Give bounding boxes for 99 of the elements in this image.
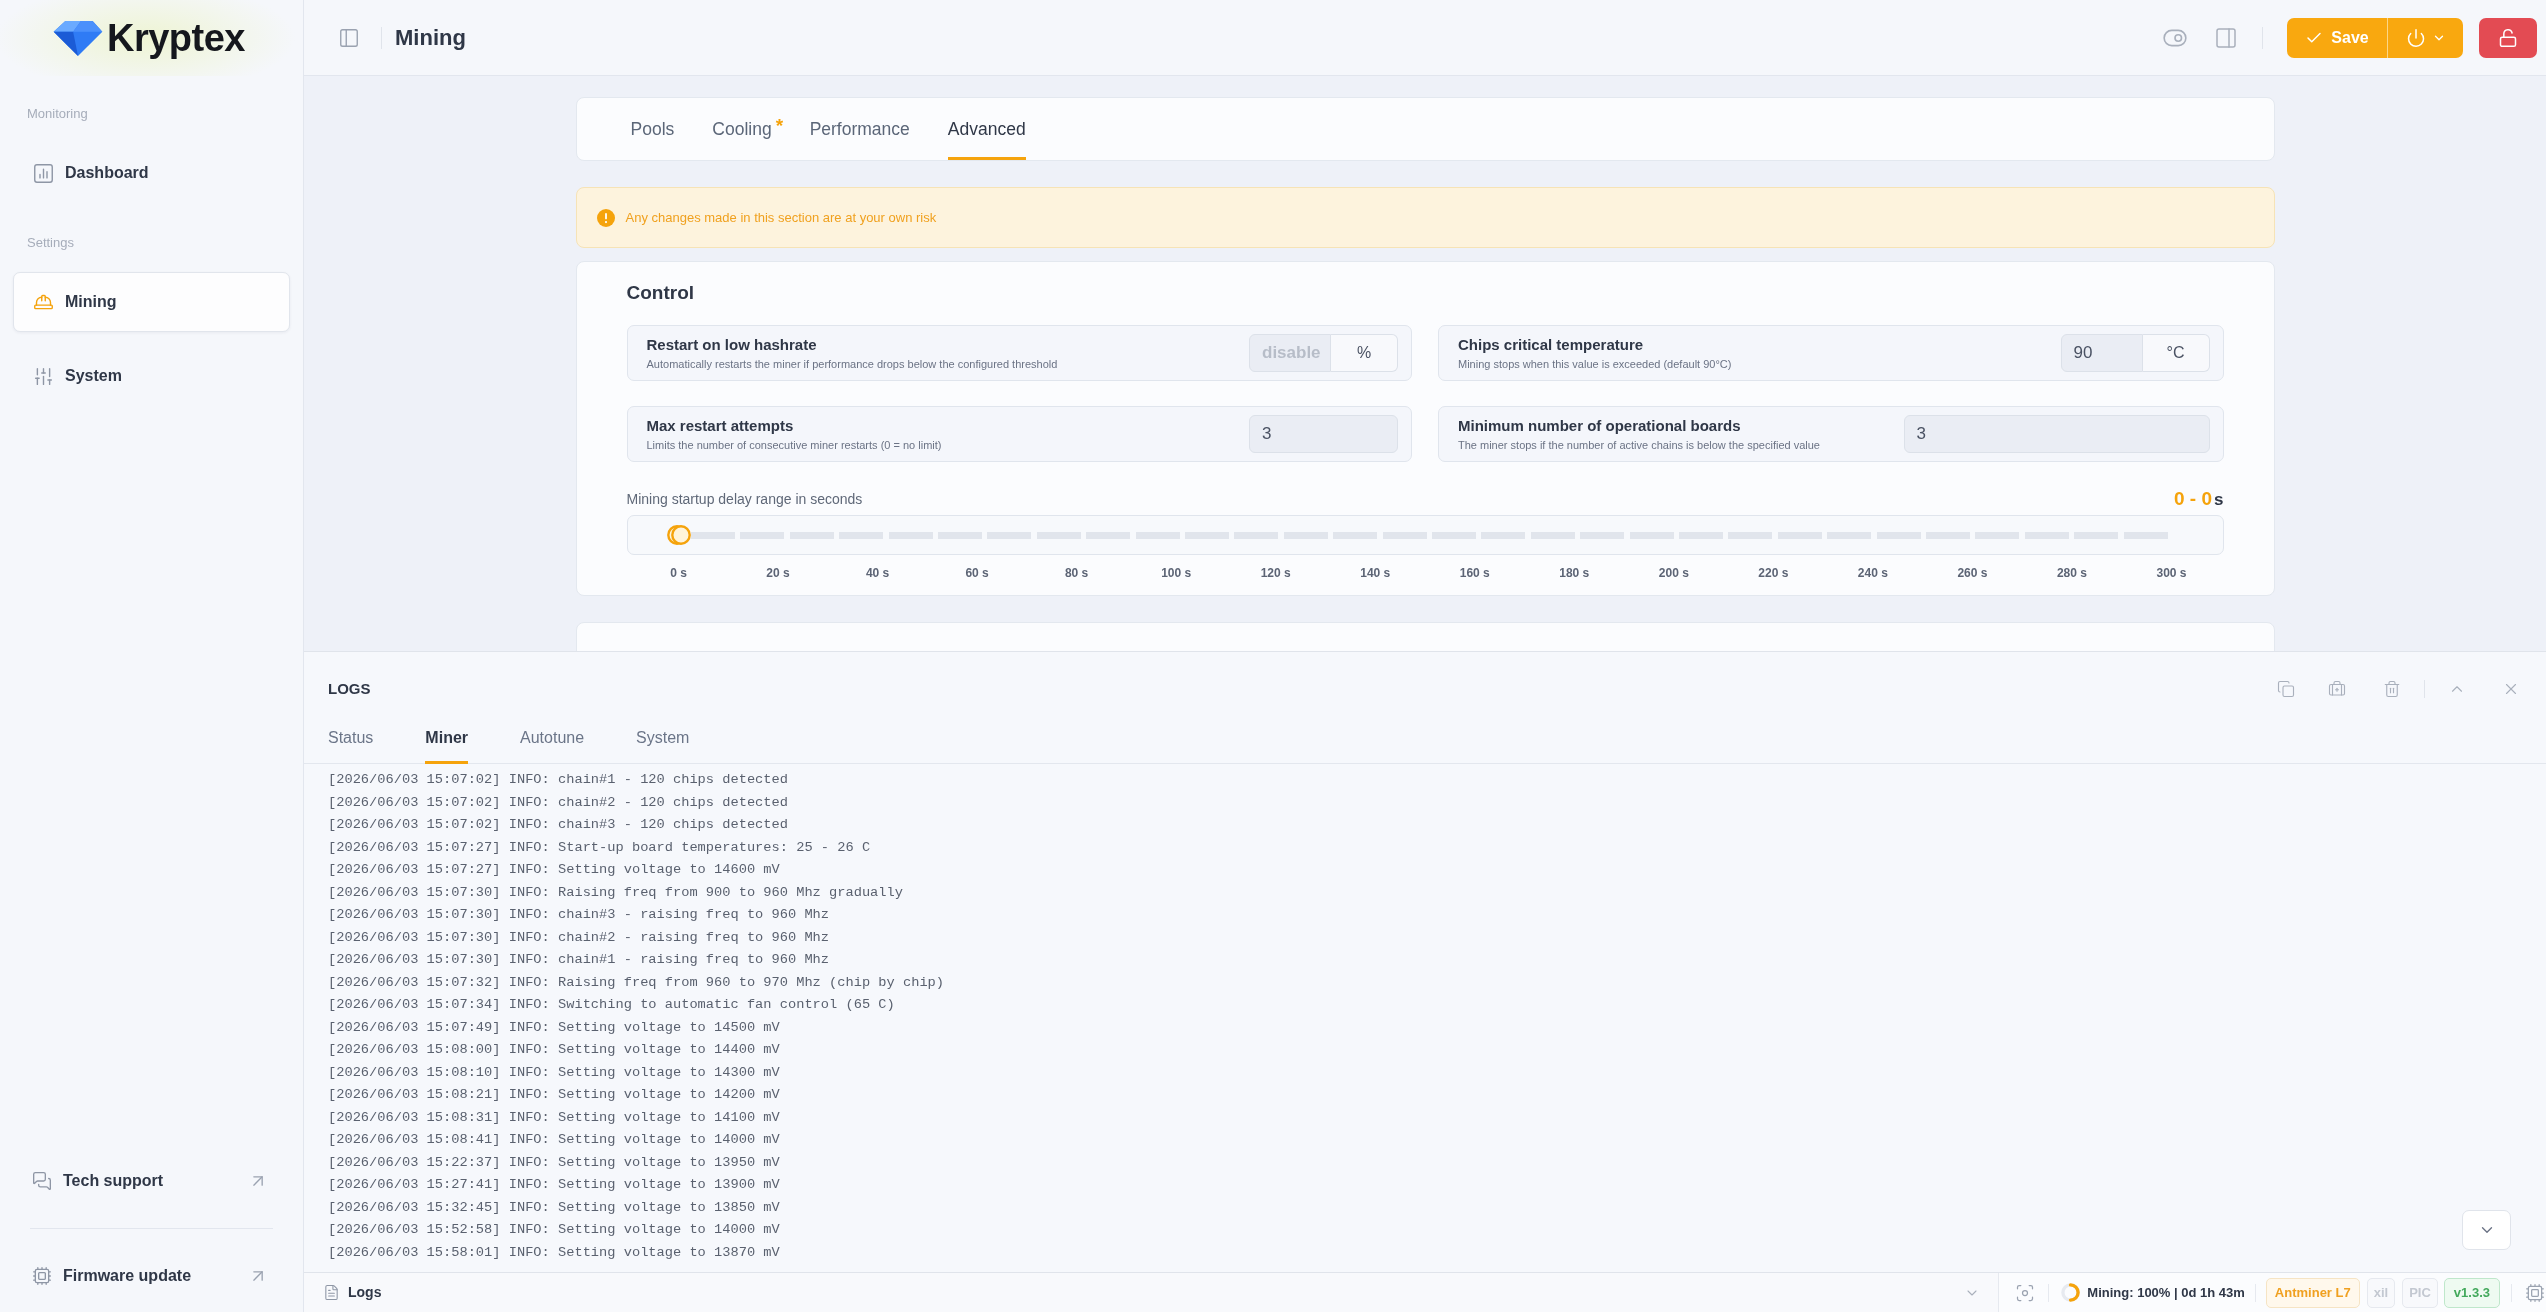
log-line: [2026/06/03 15:07:34] INFO: Switching to automatic fan control (65 C) [328,996,895,1014]
power-menu-button[interactable] [2387,17,2463,58]
log-line: [2026/06/03 15:07:27] INFO: Setting voltage to 14600 mV [328,861,780,879]
tick-label: 80 s [1063,565,1090,582]
number-field[interactable]: 3 [1903,415,2210,453]
version-badge: v1.3.3 [2443,1277,2500,1308]
tick-label: 20 s [765,565,791,582]
logo-text: Kryptex [107,19,245,57]
tick-label: 260 s [1956,565,1989,582]
panel-left-icon[interactable] [338,26,360,49]
range-value: 0 - 0 [2174,486,2213,511]
section-heading: Monitoring [26,106,89,122]
warning-text: Any changes made in this section are at your own risk [625,208,937,227]
tick-label: 280 s [2055,565,2088,582]
setting-description: The miner stops if the number of active chains is below the specified value [1458,437,1821,452]
mining-status: Mining: 100% | 0d 1h 43m [2087,1283,2245,1302]
sidebar-item[interactable]: Mining [13,272,290,332]
file-icon [323,1284,340,1301]
trash-icon[interactable] [2383,680,2401,698]
setting-title: Max restart attempts [646,416,795,435]
tick-label: 0 s [669,565,688,582]
tick-label: 160 s [1458,565,1491,582]
setting-title: Chips critical temperature [1458,335,1645,354]
tick-label: 200 s [1657,565,1690,582]
gem-logo-icon [52,19,104,57]
chip-icon [32,1266,52,1286]
tick-label: 60 s [964,565,990,582]
tick-label: 40 s [864,565,891,582]
tab[interactable]: Pools [630,98,675,160]
log-line: [2026/06/03 15:07:02] INFO: chain#1 - 120 chips detected [328,771,788,789]
log-line: [2026/06/03 15:07:49] INFO: Setting voltage to 14500 mV [328,1018,780,1037]
page-title: Mining [395,24,466,52]
tab[interactable]: Advanced [947,98,1026,160]
chip-icon[interactable] [2525,1282,2545,1303]
log-line: [2026/06/03 15:07:02] INFO: chain#2 - 120 chips detected [328,793,788,812]
log-line: [2026/06/03 15:22:37] INFO: Setting voltage to 13950 mV [328,1153,780,1172]
lock-button[interactable] [2479,17,2537,58]
tick-label: 220 s [1757,565,1790,582]
log-line: [2026/06/03 15:08:10] INFO: Setting voltage to 14300 mV [328,1063,780,1082]
sidebar-item[interactable]: System [13,346,290,406]
tick-label: 300 s [2155,565,2188,582]
chat-icon [32,1171,52,1191]
tab[interactable]: Autotune [520,720,585,764]
setting-title: Restart on low hashrate [646,335,818,354]
tick-label: 100 s [1160,565,1193,582]
log-line: [2026/06/03 15:08:00] INFO: Setting voltage to 14400 mV [328,1041,780,1059]
log-line: [2026/06/03 15:07:30] INFO: Raising freq from 900 to 960 Mhz gradually [328,883,903,902]
log-line: [2026/06/03 15:07:30] INFO: chain#2 - raising freq to 960 Mhz [328,928,830,947]
number-field[interactable]: 3 [1249,415,1398,453]
tick-label: 240 s [1856,565,1889,582]
tick-label: 180 s [1558,565,1591,582]
sidebar-item[interactable]: Dashboard [13,143,290,203]
panel-title: LOGS [328,678,371,699]
tick-label: 120 s [1259,565,1292,582]
tab[interactable]: Performance [809,98,910,160]
power-icon [2405,27,2426,48]
card-title: Control [626,281,696,305]
panel-right-icon[interactable] [2214,25,2238,50]
padlock-icon [2498,27,2518,48]
slider-thumb[interactable] [666,525,691,545]
setting-description: Limits the number of consecutive miner restarts (0 = no limit) [646,437,943,452]
scroll-down-button[interactable] [2462,1210,2511,1250]
focus-icon[interactable] [2015,1282,2036,1303]
log-line: [2026/06/03 15:07:30] INFO: chain#3 - raising freq to 960 Mhz [328,906,830,924]
sidebar-link[interactable]: Firmware update [13,1250,290,1302]
log-line: [2026/06/03 15:07:02] INFO: chain#3 - 120 chips detected [328,816,788,834]
log-line: [2026/06/03 15:07:30] INFO: chain#1 - raising freq to 960 Mhz [328,951,830,969]
number-field[interactable]: 90 [2060,334,2143,372]
bar-chart-icon [33,162,54,184]
tick-label: 140 s [1359,565,1392,582]
log-line: [2026/06/03 15:27:41] INFO: Setting voltage to 13900 mV [328,1176,780,1194]
log-line: [2026/06/03 15:32:45] INFO: Setting voltage to 13850 mV [328,1198,780,1217]
logs-label: Logs [348,1283,382,1302]
range-unit: s [2214,488,2224,511]
sidebar-link[interactable]: Tech support [13,1155,290,1207]
log-line: [2026/06/03 15:08:21] INFO: Setting voltage to 14200 mV [328,1086,780,1104]
log-line: [2026/06/03 15:07:27] INFO: Start-up board temperatures: 25 - 26 C [328,838,871,857]
slider-label: Mining startup delay range in seconds [626,490,863,508]
model-badge: Antminer L7 [2265,1277,2360,1308]
section-heading: Settings [26,235,75,251]
briefcase-plus-icon[interactable] [2328,680,2346,698]
setting-description: Mining stops when this value is exceeded (default 90°C) [1458,356,1733,371]
unit-addon: °C [2142,334,2210,372]
log-line: [2026/06/03 15:08:41] INFO: Setting voltage to 14000 mV [328,1131,780,1149]
setting-title: Minimum number of operational boards [1458,416,1742,435]
unit-addon: % [1331,334,1398,372]
log-line: [2026/06/03 15:52:58] INFO: Setting voltage to 14000 mV [328,1221,780,1239]
log-line: [2026/06/03 15:08:31] INFO: Setting voltage to 14100 mV [328,1108,780,1127]
tab[interactable]: Status [328,720,374,764]
copy-icon[interactable] [2277,680,2295,698]
setting-description: Automatically restarts the miner if performance drops below the configured threshold [646,356,1059,371]
spinner-icon [2061,1283,2081,1302]
tab[interactable]: System [636,720,690,764]
log-line: [2026/06/03 15:58:01] INFO: Setting voltage to 13870 mV [328,1243,780,1262]
log-line: [2026/06/03 15:07:32] INFO: Raising freq from 960 to 970 Mhz (chip by chip) [328,973,945,992]
warning-icon [596,208,615,227]
modified-marker: * [775,116,784,135]
tab[interactable]: Miner [425,720,469,764]
sliders-icon [33,365,54,387]
